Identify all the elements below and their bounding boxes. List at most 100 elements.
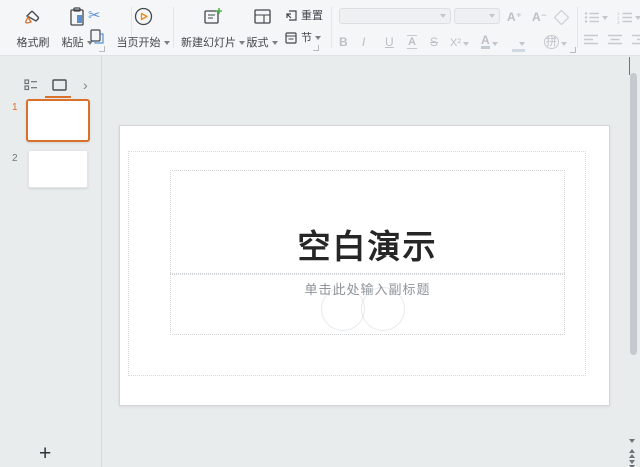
ribbon-separator: [173, 7, 174, 48]
section-button[interactable]: 节: [284, 31, 321, 45]
slides-dialog-launcher[interactable]: [313, 45, 319, 51]
format-painter-icon: [23, 7, 43, 27]
decrease-font-size-button[interactable]: A⁻: [532, 10, 547, 24]
bold-icon: B: [339, 35, 348, 49]
slide-panel-tabs: ›: [0, 66, 101, 98]
highlight-button[interactable]: [512, 31, 525, 52]
layout-dropdown-caret[interactable]: [271, 41, 278, 45]
strikethrough-icon: S: [430, 35, 439, 49]
new-slide-dropdown-caret[interactable]: [239, 41, 245, 45]
underline-icon: U: [385, 35, 394, 49]
wps-presentation-window: 格式刷 粘贴 ✂ 当页开始 新建幻灯片 版式 重置 节 A⁺ A⁻ B I U …: [0, 0, 640, 467]
bold-button[interactable]: B: [339, 31, 348, 49]
bullets-button[interactable]: [584, 11, 608, 24]
scroll-down-button[interactable]: [629, 439, 635, 443]
font-size-combobox[interactable]: [454, 8, 500, 24]
align-center-button[interactable]: [608, 34, 622, 45]
highlight-caret: [519, 42, 525, 46]
italic-icon: I: [362, 35, 366, 49]
eraser-icon: [553, 9, 570, 26]
phonetic-guide-icon: 拼: [544, 35, 559, 49]
previous-slide-button[interactable]: [629, 449, 635, 458]
numbering-caret: [635, 15, 640, 20]
align-right-icon: [632, 34, 640, 45]
align-right-button[interactable]: [632, 34, 640, 45]
copy-icon: [89, 28, 105, 45]
phonetic-guide-button[interactable]: 拼: [544, 31, 567, 49]
new-slide-button[interactable]: 新建幻灯片: [181, 5, 245, 51]
cut-scissors-icon: ✂: [88, 7, 101, 24]
section-dropdown-caret[interactable]: [315, 36, 321, 40]
character-spacing-icon: A: [407, 35, 417, 49]
play-from-current-page-button[interactable]: 当页开始: [116, 5, 170, 51]
underline-button[interactable]: U: [385, 31, 394, 49]
decrease-font-size-icon: A⁻: [532, 10, 547, 24]
bullets-caret: [602, 15, 608, 20]
font-size-caret: [489, 14, 495, 18]
reset-label: 重置: [301, 9, 323, 22]
clear-formatting-button[interactable]: [553, 9, 570, 26]
collapse-panel-chevron[interactable]: ›: [83, 78, 88, 92]
next-slide-button[interactable]: [629, 460, 635, 467]
workspace: › 1 2 + 空白演示 单击此处输入副标题: [0, 56, 640, 467]
phonetic-caret: [561, 42, 567, 46]
slide-thumbnail-2[interactable]: [28, 150, 88, 188]
paste-icon: [68, 7, 86, 27]
align-left-button[interactable]: [584, 34, 598, 45]
font-name-combobox[interactable]: [339, 8, 451, 24]
outline-view-icon: [24, 79, 38, 91]
title-placeholder[interactable]: 空白演示: [170, 170, 565, 275]
font-color-icon: A: [481, 33, 490, 49]
copy-button[interactable]: [89, 28, 105, 45]
cut-button[interactable]: ✂: [88, 6, 101, 24]
tab-outline-view[interactable]: [24, 79, 38, 91]
active-tab-underline: [45, 96, 71, 98]
double-chevron-down-icon: [629, 460, 635, 464]
chevron-up-icon: [629, 57, 630, 75]
double-chevron-up-icon: [629, 449, 635, 453]
superscript-button[interactable]: X²: [450, 31, 469, 49]
slide-number: 2: [12, 153, 18, 164]
align-left-icon: [584, 34, 598, 45]
superscript-caret: [463, 42, 469, 46]
italic-button[interactable]: I: [362, 31, 365, 49]
reset-icon: [284, 9, 298, 22]
new-slide-label: 新建幻灯片: [181, 37, 245, 49]
play-dropdown-caret[interactable]: [163, 41, 170, 45]
play-from-page-label: 当页开始: [117, 37, 170, 49]
ribbon-separator: [577, 7, 578, 48]
font-color-button[interactable]: A: [481, 31, 498, 49]
new-slide-icon: [203, 7, 223, 26]
slide-number: 1: [12, 102, 18, 113]
paste-label: 粘贴: [62, 37, 93, 49]
tab-slide-view[interactable]: [52, 79, 67, 91]
scroll-up-button[interactable]: [629, 57, 638, 75]
font-name-caret: [440, 14, 446, 18]
clipboard-dialog-launcher[interactable]: [99, 46, 105, 52]
slide-thumbnail-1[interactable]: [26, 99, 90, 142]
increase-font-size-icon: A⁺: [507, 10, 522, 24]
character-spacing-button[interactable]: A: [407, 31, 417, 49]
ribbon-toolbar: 格式刷 粘贴 ✂ 当页开始 新建幻灯片 版式 重置 节 A⁺ A⁻ B I U …: [0, 0, 640, 56]
font-color-caret: [491, 42, 498, 46]
increase-font-size-button[interactable]: A⁺: [507, 10, 522, 24]
svg-text:3: 3: [617, 20, 620, 24]
watermark-circle: [321, 287, 365, 331]
numbered-list-icon: 123: [617, 11, 633, 24]
slide-title-text: 空白演示: [297, 228, 438, 265]
slide-canvas[interactable]: 空白演示 单击此处输入副标题: [119, 125, 610, 406]
numbering-button[interactable]: 123: [617, 11, 640, 24]
add-slide-button[interactable]: +: [39, 443, 51, 464]
section-label: 节: [301, 32, 321, 44]
bullet-list-icon: [584, 11, 600, 24]
watermark-circle: [361, 287, 405, 331]
strikethrough-button[interactable]: S: [430, 31, 438, 49]
ribbon-separator: [331, 7, 332, 48]
vertical-scrollbar[interactable]: [630, 73, 637, 355]
font-dialog-launcher[interactable]: [570, 47, 576, 53]
reset-button[interactable]: 重置: [284, 9, 323, 22]
layout-icon: [253, 7, 272, 26]
format-painter-button[interactable]: 格式刷: [12, 5, 54, 51]
play-icon: [134, 7, 153, 26]
layout-button[interactable]: 版式: [246, 5, 278, 51]
